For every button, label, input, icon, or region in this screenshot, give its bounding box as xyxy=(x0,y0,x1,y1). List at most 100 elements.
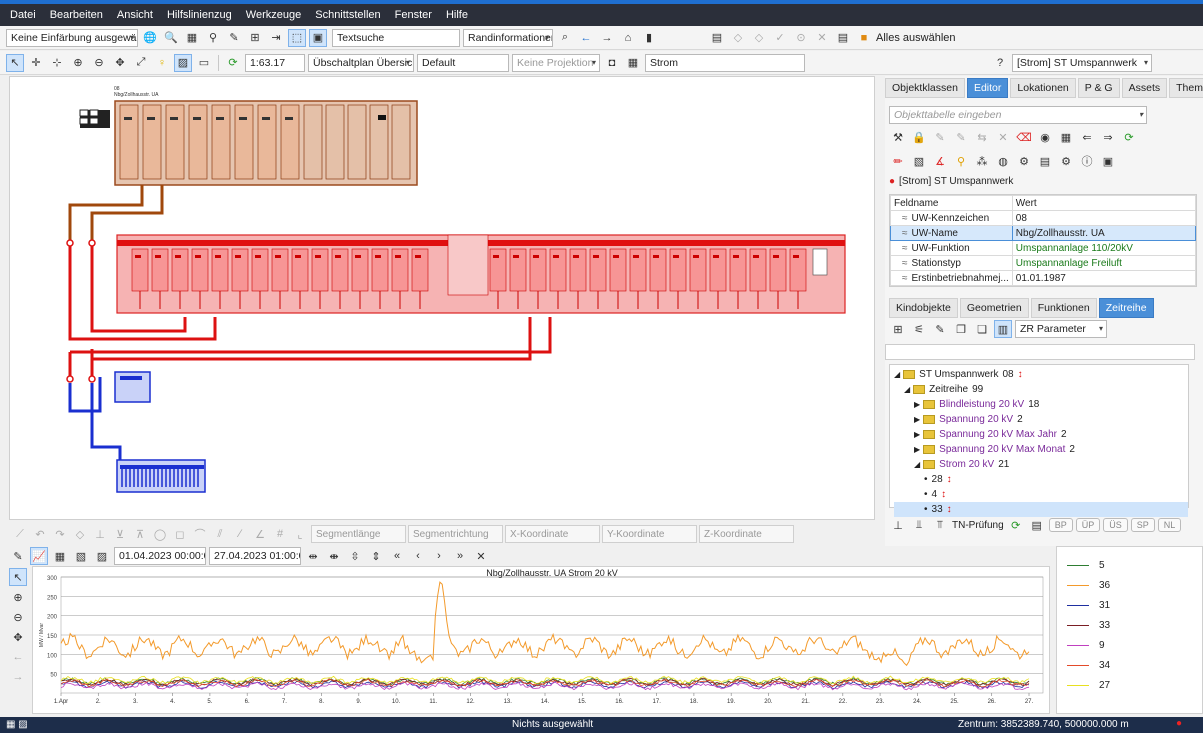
camera-icon[interactable]: ◘ xyxy=(603,54,621,72)
table-icon[interactable]: ▤ xyxy=(708,29,726,47)
tree-node[interactable]: ◢ ST Umspannwerk 08 ↕ xyxy=(894,367,1188,382)
binoculars-icon[interactable]: ◉ xyxy=(1036,128,1054,146)
left-icon[interactable]: ⇐ xyxy=(1078,128,1096,146)
layers-icon[interactable]: ▣ xyxy=(309,28,327,47)
field-value[interactable]: Umspannanlage 110/20kV xyxy=(1016,243,1133,254)
tn-button-0[interactable]: BP xyxy=(1048,518,1073,532)
segment-field-4[interactable]: Z-Koordinate xyxy=(699,525,794,543)
split-icon[interactable]: ⫽ xyxy=(211,525,229,543)
tn-button-2[interactable]: ÜS xyxy=(1103,518,1128,532)
chart-zoom-in-icon[interactable]: ⊕ xyxy=(9,588,27,606)
form-edit-icon[interactable]: ▣ xyxy=(1099,152,1117,170)
redo-icon[interactable]: ↷ xyxy=(51,525,69,543)
field-value[interactable]: 01.01.1987 xyxy=(1016,273,1066,284)
form-icon[interactable]: ▤ xyxy=(834,29,852,47)
zr-filter-field[interactable] xyxy=(885,344,1195,360)
next-page-icon[interactable]: › xyxy=(430,547,448,565)
sync-icon[interactable]: ⟳ xyxy=(1120,128,1138,146)
zoom-out-icon[interactable]: ⊖ xyxy=(90,54,108,72)
legend-item[interactable]: 5 xyxy=(1057,555,1202,575)
menu-item[interactable]: Ansicht xyxy=(117,9,153,21)
date-from-field[interactable]: 01.04.2023 00:00:00 xyxy=(114,547,206,565)
corner-tool-icon[interactable]: ⌞ xyxy=(291,525,309,543)
edit-series-icon[interactable]: ✎ xyxy=(931,320,949,338)
tree-node[interactable]: ▶ Blindleistung 20 kV 18 xyxy=(894,397,1188,412)
expand-icon[interactable]: ◢ xyxy=(914,460,920,469)
pencil-icon[interactable]: ✏ xyxy=(889,152,907,170)
tree-node[interactable]: ◢ Zeitreihe 99 xyxy=(894,382,1188,397)
home-icon[interactable]: ⌂ xyxy=(619,29,637,47)
doc-icon[interactable]: ▤ xyxy=(1028,516,1046,534)
undo-icon[interactable]: ↶ xyxy=(31,525,49,543)
add-series-icon[interactable]: ⊞ xyxy=(889,320,907,338)
scale-field[interactable]: 1:63.17 xyxy=(245,53,305,72)
first-page-icon[interactable]: « xyxy=(388,547,406,565)
help-icon[interactable]: ? xyxy=(991,54,1009,72)
network-icon[interactable]: ⁂ xyxy=(973,152,991,170)
timeseries-chart[interactable]: 50 100 150 200 250 300 1.Apr 2. 3. 4. 5. 6. 7. 8. 9. 10… xyxy=(32,566,1050,714)
fit-x-icon[interactable]: ⇹ xyxy=(304,547,322,565)
layer-select[interactable]: Strom xyxy=(645,53,805,72)
expand-icon[interactable]: ▶ xyxy=(914,400,920,409)
subtab-3[interactable]: Zeitreihe xyxy=(1098,298,1154,318)
gear-icon[interactable]: ⚙ xyxy=(1015,152,1033,170)
legend-item[interactable]: 31 xyxy=(1057,595,1202,615)
snap-icon[interactable]: ⊹ xyxy=(48,54,66,72)
folder-icon[interactable]: ■ xyxy=(855,29,873,47)
table-row[interactable]: ≈ Stationstyp Umspannanlage Freiluft xyxy=(890,255,1197,271)
menu-item[interactable]: Schnittstellen xyxy=(315,9,380,21)
legend-item[interactable]: 36 xyxy=(1057,575,1202,595)
settings-icon[interactable]: ⚙ xyxy=(1057,152,1075,170)
seg-tool5-icon[interactable]: ⊼ xyxy=(131,525,149,543)
tn-button-4[interactable]: NL xyxy=(1157,518,1182,532)
segment-field-3[interactable]: Y-Koordinate xyxy=(602,525,697,543)
select-all-label[interactable]: Alles auswählen xyxy=(876,32,964,44)
tab-4[interactable]: Assets xyxy=(1121,78,1168,98)
back-arrow-icon[interactable]: ← xyxy=(577,29,595,47)
tab-3[interactable]: P & G xyxy=(1077,78,1120,98)
coloring-select[interactable]: Keine Einfärbung ausgewählt ▾ xyxy=(6,28,138,47)
subtab-1[interactable]: Geometrien xyxy=(959,298,1029,318)
legend-item[interactable]: 33 xyxy=(1057,615,1202,635)
filter2-icon[interactable]: ⚟ xyxy=(910,320,928,338)
tool-icon[interactable]: ✎ xyxy=(225,29,243,47)
globe-icon[interactable]: 🌐 xyxy=(141,29,159,47)
legend-item[interactable]: 9 xyxy=(1057,635,1202,655)
randinfo-select[interactable]: Randinformationen ▾ xyxy=(463,28,553,47)
copy-icon[interactable]: ❐ xyxy=(952,320,970,338)
segment-field-1[interactable]: Segmentrichtung xyxy=(408,525,503,543)
chart-pan-icon[interactable]: ✥ xyxy=(9,628,27,646)
tools-icon[interactable]: ⚒ xyxy=(889,128,907,146)
legend-item[interactable]: 27 xyxy=(1057,675,1202,695)
fit-x2-icon[interactable]: ⇼ xyxy=(325,547,343,565)
screen-icon[interactable]: ▭ xyxy=(195,54,213,72)
expand-icon[interactable]: ◢ xyxy=(904,385,910,394)
tn-button-1[interactable]: ÜP xyxy=(1075,518,1101,532)
seg-tool1-icon[interactable]: ⟋ xyxy=(11,525,29,543)
subtab-2[interactable]: Funktionen xyxy=(1030,298,1097,318)
zr-param-select[interactable]: ZR Parameter ▾ xyxy=(1015,320,1107,338)
arc-tool-icon[interactable]: ⌒ xyxy=(191,525,209,543)
arrow-icon[interactable]: ⇥ xyxy=(267,29,285,47)
layer-icon[interactable]: ▦ xyxy=(624,54,642,72)
tn-check-label[interactable]: TN-Prüfung xyxy=(952,520,1004,531)
circle-tool-icon[interactable]: ◯ xyxy=(151,525,169,543)
delete-icon[interactable]: ✕ xyxy=(813,29,831,47)
close-icon[interactable]: ✕ xyxy=(472,547,490,565)
tree-node[interactable]: ▶ Spannung 20 kV Max Monat 2 xyxy=(894,442,1188,457)
grid-icon[interactable]: ⊞ xyxy=(246,29,264,47)
pan-icon[interactable]: ✥ xyxy=(111,54,129,72)
tree-node[interactable]: ◢ Strom 20 kV 21 xyxy=(894,457,1188,472)
tree-node[interactable]: • 4 ↕ xyxy=(894,487,1188,502)
table-row[interactable]: ≈ Erstinbetriebnahmej... 01.01.1987 xyxy=(890,270,1197,286)
square-tool-icon[interactable]: ◻ xyxy=(171,525,189,543)
tab-0[interactable]: Objektklassen xyxy=(885,78,965,98)
field-value[interactable]: Nbg/Zollhausstr. UA xyxy=(1016,228,1105,239)
pen-icon[interactable]: ✎ xyxy=(9,547,27,565)
check-icon[interactable]: ✓ xyxy=(771,29,789,47)
tree-node[interactable]: ▶ Spannung 20 kV 2 xyxy=(894,412,1188,427)
phase2-icon[interactable]: ⫫ xyxy=(910,516,928,534)
tab-5[interactable]: Thematische Def xyxy=(1169,78,1203,98)
tree-node[interactable]: ▶ Spannung 20 kV Max Jahr 2 xyxy=(894,427,1188,442)
menu-item[interactable]: Fenster xyxy=(395,9,432,21)
